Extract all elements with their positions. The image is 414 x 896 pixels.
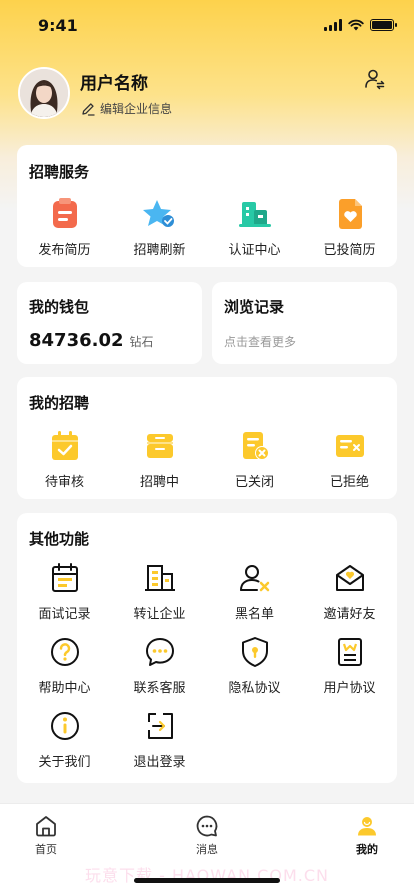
recruit-refresh-button[interactable]: 招聘刷新 [120, 197, 200, 258]
user-agreement-button[interactable]: 用户协议 [310, 635, 390, 696]
tab-messages-label: 消息 [196, 843, 218, 856]
recruiting-button[interactable]: 招聘中 [120, 429, 200, 490]
logout-label: 退出登录 [133, 755, 186, 770]
other-functions-card: 其他功能 面试记录 转让企业 黑名单 邀请好友 帮助中心 联系客服 隐私协议 用… [17, 513, 397, 783]
profile-text: 用户名称 编辑企业信息 [80, 69, 172, 117]
rejected-icon [333, 429, 367, 463]
logout-icon [143, 709, 177, 743]
calendar-icon [48, 561, 82, 595]
rejected-label: 已拒绝 [329, 475, 369, 490]
status-icons [324, 19, 397, 31]
home-icon [36, 816, 56, 837]
closed-button[interactable]: 已关闭 [215, 429, 295, 490]
publish-resume-label: 发布简历 [38, 243, 91, 258]
interview-record-button[interactable]: 面试记录 [25, 561, 105, 622]
status-time: 9:41 [38, 15, 78, 35]
contact-service-button[interactable]: 联系客服 [120, 635, 200, 696]
info-icon [48, 709, 82, 743]
refresh-star-icon [142, 197, 177, 231]
switch-identity-button[interactable] [362, 66, 388, 92]
help-icon [48, 635, 82, 669]
browse-history-title: 浏览记录 [224, 298, 285, 316]
user-name: 用户名称 [80, 74, 148, 94]
publish-resume-button[interactable]: 发布简历 [25, 197, 105, 258]
submitted-resume-label: 已投简历 [323, 243, 376, 258]
submitted-resume-icon [333, 197, 367, 231]
chat-service-icon [143, 635, 177, 669]
edit-pencil-icon [82, 102, 95, 116]
logout-button[interactable]: 退出登录 [120, 709, 200, 770]
my-recruit-card: 我的招聘 待审核 招聘中 已关闭 已拒绝 [17, 377, 397, 499]
user-agreement-icon [333, 635, 367, 669]
battery-icon [370, 19, 397, 31]
interview-record-label: 面试记录 [38, 607, 91, 622]
tab-home[interactable]: 首页 [16, 814, 76, 857]
pending-review-label: 待审核 [44, 475, 84, 490]
recruiting-label: 招聘中 [139, 475, 179, 490]
tab-mine-label: 我的 [356, 843, 378, 856]
edit-company-info-label: 编辑企业信息 [100, 102, 173, 116]
blacklist-user-icon [238, 561, 272, 595]
contact-service-label: 联系客服 [133, 681, 186, 696]
transfer-company-button[interactable]: 转让企业 [120, 561, 200, 622]
transfer-company-label: 转让企业 [133, 607, 186, 622]
pending-review-icon [48, 429, 82, 463]
cellular-signal-icon [324, 19, 342, 31]
help-center-label: 帮助中心 [38, 681, 91, 696]
tab-home-label: 首页 [35, 843, 57, 856]
invite-friends-button[interactable]: 邀请好友 [310, 561, 390, 622]
browse-history-hint: 点击查看更多 [224, 335, 297, 349]
home-indicator [134, 878, 280, 883]
building-icon [143, 561, 177, 595]
invite-friends-label: 邀请好友 [323, 607, 376, 622]
privacy-policy-label: 隐私协议 [228, 681, 281, 696]
avatar[interactable] [18, 67, 70, 119]
other-functions-title: 其他功能 [29, 530, 90, 548]
about-us-label: 关于我们 [38, 755, 91, 770]
rejected-button[interactable]: 已拒绝 [310, 429, 390, 490]
privacy-shield-icon [238, 635, 272, 669]
wallet-title: 我的钱包 [29, 298, 90, 316]
my-recruit-title: 我的招聘 [29, 394, 90, 412]
wallet-unit: 钻石 [129, 335, 154, 349]
privacy-policy-button[interactable]: 隐私协议 [215, 635, 295, 696]
user-switch-icon [365, 69, 385, 90]
tab-mine[interactable]: 我的 [337, 814, 397, 857]
resume-publish-icon [48, 197, 82, 231]
help-center-button[interactable]: 帮助中心 [25, 635, 105, 696]
tab-messages[interactable]: 消息 [177, 814, 237, 857]
closed-icon [238, 429, 272, 463]
about-us-button[interactable]: 关于我们 [25, 709, 105, 770]
message-icon [196, 815, 218, 837]
certification-center-label: 认证中心 [228, 243, 281, 258]
certification-center-button[interactable]: 认证中心 [215, 197, 295, 258]
blacklist-button[interactable]: 黑名单 [215, 561, 295, 622]
closed-label: 已关闭 [234, 475, 274, 490]
submitted-resume-button[interactable]: 已投简历 [310, 197, 390, 258]
wallet-amount: 84736.02 [29, 330, 124, 351]
recruiting-icon [143, 429, 177, 463]
browse-history-card[interactable]: 浏览记录 点击查看更多 [212, 282, 397, 364]
invite-mail-icon [333, 561, 367, 595]
wallet-card[interactable]: 我的钱包 84736.02 钻石 [17, 282, 202, 364]
recruit-service-card: 招聘服务 发布简历 招聘刷新 认证中心 已投简历 [17, 145, 397, 267]
recruit-refresh-label: 招聘刷新 [133, 243, 186, 258]
building-cert-icon [238, 197, 272, 231]
wifi-icon [348, 19, 364, 31]
user-agreement-label: 用户协议 [323, 681, 376, 696]
pending-review-button[interactable]: 待审核 [25, 429, 105, 490]
status-bar: 9:41 [0, 0, 414, 50]
profile-header: 用户名称 编辑企业信息 [18, 66, 396, 120]
edit-company-info-link[interactable]: 编辑企业信息 [80, 100, 172, 117]
recruit-service-title: 招聘服务 [29, 163, 90, 181]
blacklist-label: 黑名单 [234, 607, 274, 622]
profile-icon [358, 817, 376, 836]
